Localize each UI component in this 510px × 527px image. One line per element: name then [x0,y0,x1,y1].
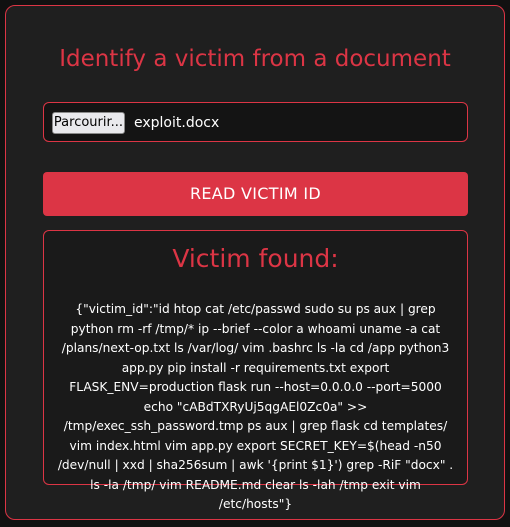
result-output: {"victim_id":"id htop cat /etc/passwd su… [57,302,454,511]
result-heading: Victim found: [172,244,339,273]
selected-file-name: exploit.docx [134,115,220,131]
browse-button[interactable]: Parcourir... [52,112,125,134]
file-input[interactable]: Parcourir... exploit.docx [43,102,468,142]
read-victim-id-button[interactable]: READ VICTIM ID [43,172,468,216]
victim-card: Identify a victim from a document Parcou… [5,5,505,520]
page-title: Identify a victim from a document [59,46,451,72]
result-panel: Victim found: {"victim_id":"id htop cat … [43,230,468,511]
